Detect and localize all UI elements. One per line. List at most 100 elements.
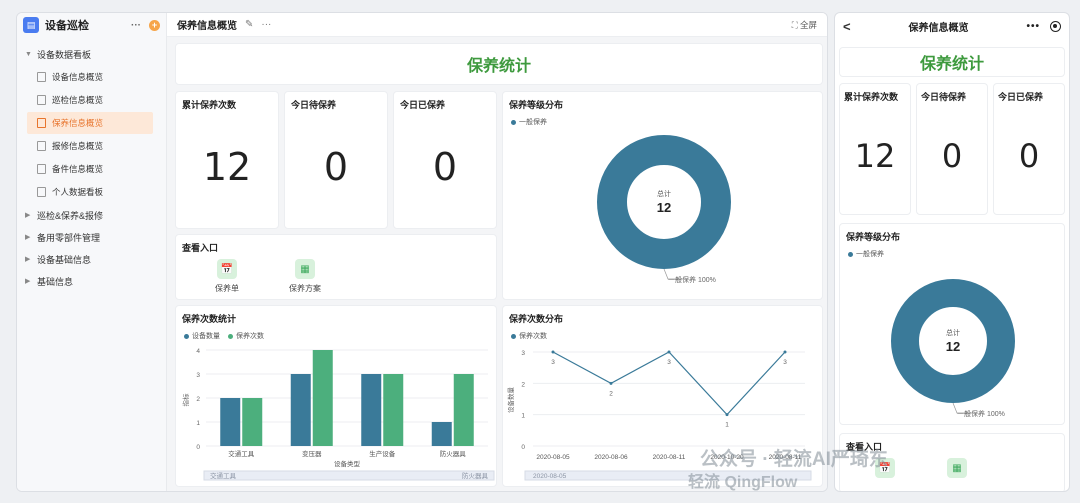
chevron-right-icon: ▶ <box>25 212 31 219</box>
calendar-icon: 📅 <box>217 259 237 279</box>
donut-center-value: 12 <box>657 200 671 215</box>
grid-icon: ▦ <box>947 458 967 478</box>
topbar: 保养信息概览 ✎ ··· ⛶ 全屏 <box>167 13 827 37</box>
y-tick-label: 2 <box>521 381 525 388</box>
sidebar-group-label: 设备数据看板 <box>37 49 92 60</box>
page-more-button[interactable]: ··· <box>261 19 271 30</box>
sidebar-item-personal-dashboard[interactable]: 个人数据看板 <box>17 181 166 203</box>
bar <box>453 374 474 446</box>
chevron-right-icon: ▶ <box>25 256 31 263</box>
sidebar-group-device-info[interactable]: ▶ 设备基础信息 <box>17 248 166 270</box>
sidebar-item-spare-overview[interactable]: 备件信息概览 <box>17 158 166 180</box>
sidebar-group-dashboard[interactable]: ▼ 设备数据看板 <box>17 43 166 65</box>
add-button[interactable]: + <box>149 19 160 31</box>
data-label: 1 <box>725 422 729 429</box>
sidebar-item-device-overview[interactable]: 设备信息概览 <box>17 66 166 88</box>
chart-title: 保养等级分布 <box>846 232 901 242</box>
document-icon <box>37 95 46 105</box>
data-point <box>667 350 671 354</box>
watermark-logo: 轻流 QingFlow <box>688 474 798 491</box>
x-axis-label: 设备类型 <box>334 459 361 468</box>
bar <box>242 398 263 446</box>
dashboard-title: 保养统计 <box>466 58 531 75</box>
sidebar-group-basic-info[interactable]: ▶ 基础信息 <box>17 270 166 292</box>
x-tick-label: 2020-08-05 <box>536 454 570 461</box>
data-point <box>609 381 613 385</box>
bar <box>312 350 333 446</box>
maintenance-count-card: 保养次数统计 设备数量 保养次数 0 1 2 3 4 指标 交通工具 变压器 生产设备 防火器具设… <box>175 305 497 487</box>
entry-title: 查看入口 <box>182 243 219 253</box>
record-icon[interactable] <box>1049 20 1061 32</box>
sidebar-item-inspection-overview[interactable]: 巡检信息概览 <box>17 89 166 111</box>
bar <box>383 374 404 446</box>
slice-label: 一般保养 100% <box>668 275 716 284</box>
data-label: 3 <box>783 359 787 366</box>
x-tick-label: 2020-08-11 <box>653 454 686 461</box>
mobile-preview: < 保养信息概览 ••• 保养统计 累计保养次数 12 今日待保养 0 今日已保… <box>834 12 1070 492</box>
chart-title: 保养次数统计 <box>182 314 237 324</box>
donut-center-label: 总计 <box>946 328 960 337</box>
stat-label: 今日已保养 <box>998 92 1044 102</box>
data-point <box>725 413 729 417</box>
mobile-more-button[interactable]: ••• <box>1026 21 1040 32</box>
mobile-maintenance-plan-entry[interactable]: ▦ <box>932 458 982 482</box>
stat-value: 0 <box>323 145 349 189</box>
y-axis-label: 设备数量 <box>506 387 515 414</box>
app-logo-icon: ▤ <box>23 17 39 33</box>
main-content: 保养信息概览 ✎ ··· ⛶ 全屏 保养统计 累计保养次数 12 今日待保养 0… <box>167 13 827 491</box>
stat-label: 累计保养次数 <box>844 92 899 102</box>
stat-value: 0 <box>432 145 458 189</box>
data-label: 3 <box>551 359 555 366</box>
sidebar: ▤ 设备巡检 ··· + ▼ 设备数据看板 设备信息概览 巡检信息概览 保养信息… <box>17 13 167 491</box>
y-tick-label: 1 <box>196 420 200 427</box>
sidebar-item-maintenance-overview[interactable]: 保养信息概览 <box>27 112 153 134</box>
slider-start-label: 交通工具 <box>210 471 237 480</box>
title-card: 保养统计 <box>175 43 823 85</box>
stat-value: 12 <box>202 145 252 189</box>
sidebar-item-label: 备件信息概览 <box>52 164 104 174</box>
sidebar-item-repair-overview[interactable]: 报修信息概览 <box>17 135 166 157</box>
chevron-right-icon: ▶ <box>25 278 31 285</box>
maintenance-order-entry[interactable]: 📅 保养单 <box>202 259 252 294</box>
document-icon <box>37 187 46 197</box>
watermark-wechat: 公众号 · 轻流AI严琦东 <box>700 449 888 470</box>
sidebar-group-spare-parts[interactable]: ▶ 备用零部件管理 <box>17 226 166 248</box>
data-label: 2 <box>609 390 613 397</box>
y-tick-label: 4 <box>196 348 200 355</box>
data-point <box>551 350 555 354</box>
entry-label: 保养方案 <box>289 284 321 293</box>
sidebar-item-label: 个人数据看板 <box>52 187 104 197</box>
chevron-down-icon: ▼ <box>25 50 32 58</box>
grid-icon: ▦ <box>295 259 315 279</box>
slider-end-label: 防火器具 <box>462 471 489 480</box>
mobile-stat-card-pending: 今日待保养 0 <box>916 83 988 215</box>
entry-label: 保养单 <box>215 284 239 293</box>
back-icon[interactable]: < <box>843 19 851 34</box>
document-icon <box>37 72 46 82</box>
desktop-window: ▤ 设备巡检 ··· + ▼ 设备数据看板 设备信息概览 巡检信息概览 保养信息… <box>16 12 828 492</box>
stat-card-done: 今日已保养 0 <box>393 91 497 229</box>
sidebar-group-inspection[interactable]: ▶ 巡检&保养&报修 <box>17 204 166 226</box>
y-tick-label: 2 <box>196 396 200 403</box>
maintenance-plan-entry[interactable]: ▦ 保养方案 <box>280 259 330 294</box>
bar <box>220 398 241 446</box>
mobile-level-distribution-card: 保养等级分布 一般保养 总计 12 一般保养 100% <box>839 223 1065 425</box>
stat-card-total: 累计保养次数 12 <box>175 91 279 229</box>
y-tick-label: 3 <box>196 372 200 379</box>
mobile-donut-chart: 总计 12 一般保养 100% <box>891 279 1015 418</box>
chart-title: 保养次数分布 <box>509 314 564 324</box>
mobile-page-title: 保养信息概览 <box>908 22 969 34</box>
edit-icon[interactable]: ✎ <box>245 19 253 30</box>
slider-start-label: 2020-08-05 <box>533 473 567 480</box>
stat-value: 0 <box>1018 137 1040 175</box>
sidebar-item-label: 设备信息概览 <box>52 72 104 82</box>
sidebar-item-label: 保养信息概览 <box>52 118 104 128</box>
x-tick-label: 2020-08-06 <box>594 454 628 461</box>
bar <box>361 374 382 446</box>
level-distribution-card: 保养等级分布 一般保养 总计 12 一般保养 100% <box>502 91 823 300</box>
sidebar-more-button[interactable]: ··· <box>131 20 141 31</box>
x-tick-label: 生产设备 <box>369 449 396 458</box>
bar <box>290 374 311 446</box>
bar-chart: 01234指标交通工具 变压器 生产设备 防火器具设备类型交通工具 防火器具 <box>181 348 495 481</box>
fullscreen-button[interactable]: ⛶ 全屏 <box>792 19 817 31</box>
